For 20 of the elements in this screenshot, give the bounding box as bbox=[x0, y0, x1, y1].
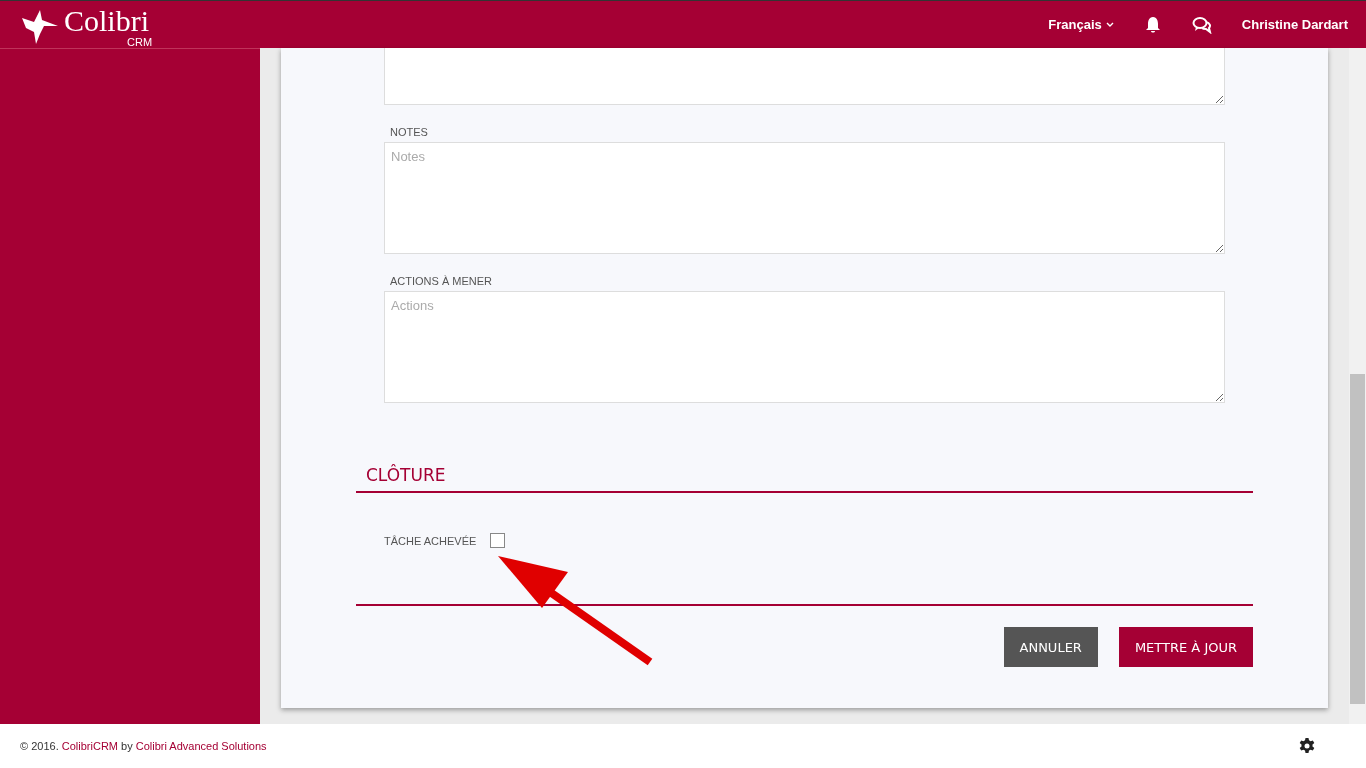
logo-name: Colibri bbox=[64, 5, 149, 36]
caret-icon bbox=[1105, 21, 1114, 28]
text-area[interactable]: Notes bbox=[384, 142, 1225, 254]
chat-icon[interactable] bbox=[1191, 15, 1212, 34]
logo-subtitle: CRM bbox=[127, 35, 153, 48]
copyright-text: © 2016. ColibriCRM by Colibri Advanced Solutions bbox=[20, 740, 267, 752]
checkbox-label: TÂCHE ACHEVÉE bbox=[384, 534, 477, 547]
update-button[interactable]: METTRE À JOUR bbox=[1118, 627, 1253, 667]
checkbox[interactable] bbox=[490, 533, 506, 548]
field-label: NOTES bbox=[390, 126, 429, 138]
product-link[interactable]: ColibriCRM bbox=[61, 740, 118, 752]
scroll-bar[interactable] bbox=[1349, 48, 1366, 724]
language-menu[interactable]: Français bbox=[1048, 17, 1114, 32]
company-link[interactable]: Colibri Advanced Solutions bbox=[135, 740, 267, 752]
settings-icon[interactable] bbox=[1298, 737, 1316, 755]
cancel-button[interactable]: ANNULER bbox=[1003, 627, 1098, 667]
section-title: CLÔTURE bbox=[356, 465, 1253, 493]
field-label: ACTIONS À MENER bbox=[390, 275, 494, 287]
text-area[interactable]: Actions bbox=[384, 291, 1225, 403]
user-menu[interactable]: Christine Dardart bbox=[1241, 17, 1348, 32]
